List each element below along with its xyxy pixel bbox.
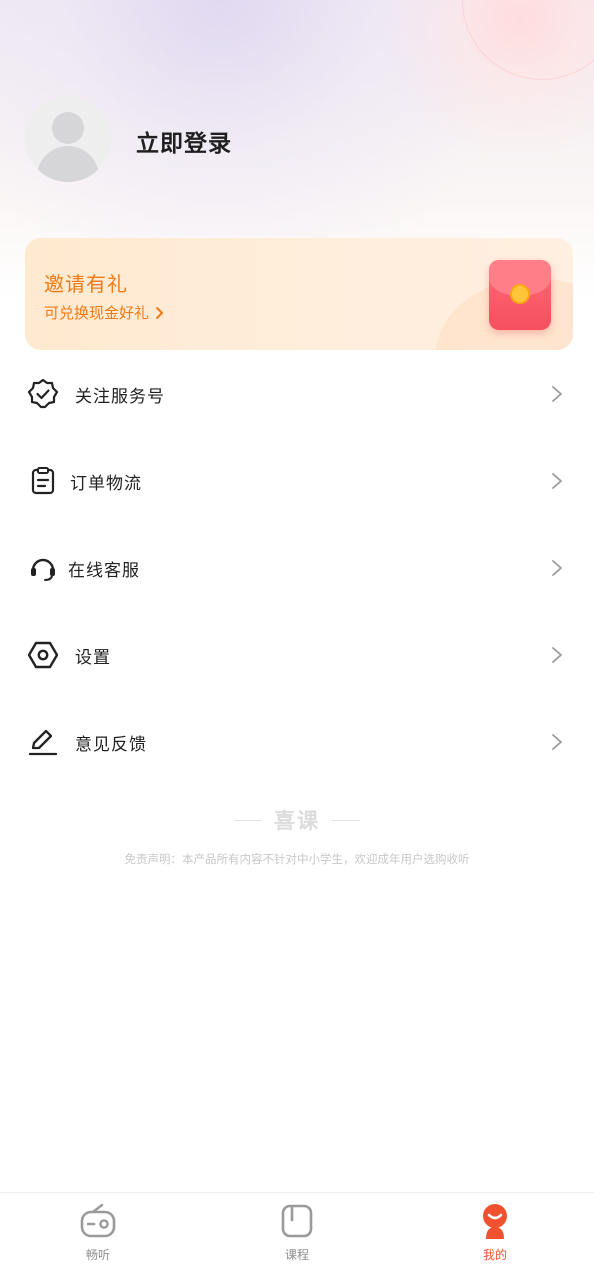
chevron-right-icon — [552, 560, 562, 576]
profile-page: 立即登录 邀请有礼 可兑换现金好礼 关注服务号 订单物流 在线客服 设置 意见反… — [0, 0, 594, 1280]
chevron-right-icon — [552, 647, 562, 663]
divider — [332, 819, 360, 821]
disclaimer-text: 免责声明：本产品所有内容不针对中小学生，欢迎成年用户选购收听 — [124, 852, 470, 866]
menu-item-label: 在线客服 — [68, 561, 140, 581]
settings-hex-icon — [26, 638, 60, 672]
book-icon — [281, 1204, 313, 1238]
envelope-coin — [510, 284, 530, 304]
menu-item-label: 订单物流 — [70, 474, 142, 494]
chevron-right-icon — [552, 473, 562, 489]
radio-icon — [80, 1203, 116, 1238]
avatar[interactable] — [25, 96, 111, 182]
menu-item-orders[interactable]: 订单物流 — [0, 437, 594, 524]
tab-mine[interactable]: 我的 — [435, 1193, 555, 1280]
invite-title: 邀请有礼 — [44, 272, 128, 296]
menu-item-label: 意见反馈 — [75, 735, 147, 755]
invite-banner[interactable]: 邀请有礼 可兑换现金好礼 — [25, 238, 573, 350]
avatar-head-shape — [52, 112, 84, 144]
verified-badge-icon — [26, 377, 60, 411]
menu-item-customer-service[interactable]: 在线客服 — [0, 524, 594, 611]
login-link[interactable]: 立即登录 — [136, 124, 232, 158]
chevron-right-icon — [156, 306, 164, 319]
menu-item-label: 关注服务号 — [75, 387, 165, 407]
profile-mascot-icon — [483, 1204, 507, 1239]
bottom-navigation: 畅听 课程 我的 — [0, 1192, 594, 1280]
chevron-right-icon — [552, 386, 562, 402]
divider — [234, 819, 262, 821]
invite-subtitle-link[interactable]: 可兑换现金好礼 — [44, 302, 164, 323]
tab-label: 课程 — [284, 1248, 309, 1262]
red-envelope-icon — [489, 260, 551, 330]
invite-subtitle: 可兑换现金好礼 — [44, 304, 150, 322]
edit-pen-icon — [26, 725, 60, 759]
tab-label: 我的 — [482, 1248, 507, 1262]
menu-list: 关注服务号 订单物流 在线客服 设置 意见反馈 — [0, 350, 594, 785]
menu-item-feedback[interactable]: 意见反馈 — [0, 698, 594, 785]
menu-item-settings[interactable]: 设置 — [0, 611, 594, 698]
tab-listen[interactable]: 畅听 — [38, 1193, 158, 1280]
chevron-right-icon — [552, 734, 562, 750]
clipboard-icon — [26, 464, 60, 498]
brand-name: 喜课 — [274, 809, 320, 833]
avatar-body-shape — [37, 146, 99, 182]
headset-icon — [26, 551, 60, 585]
brand-footer: 喜课 — [0, 805, 594, 835]
menu-item-follow-service[interactable]: 关注服务号 — [0, 350, 594, 437]
menu-item-label: 设置 — [75, 648, 111, 668]
tab-label: 畅听 — [85, 1248, 110, 1262]
tab-courses[interactable]: 课程 — [237, 1193, 357, 1280]
